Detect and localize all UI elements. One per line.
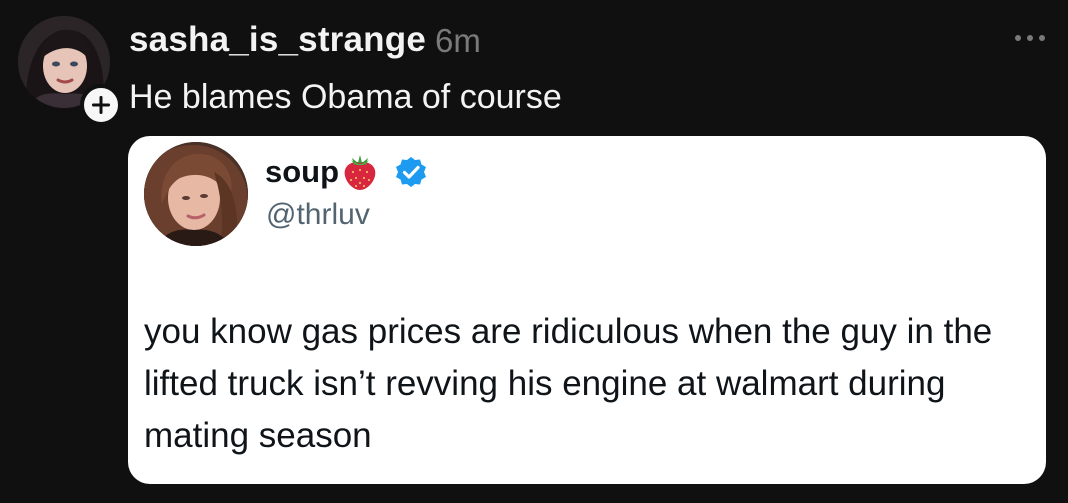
plus-icon: [92, 96, 110, 114]
post-username[interactable]: sasha_is_strange: [129, 20, 426, 60]
avatar-wrapper[interactable]: [18, 16, 122, 126]
quoted-avatar-image: [144, 142, 248, 246]
post-timestamp: 6m: [435, 22, 481, 59]
verified-badge-icon: [394, 155, 428, 189]
quoted-tweet-avatar[interactable]: [144, 142, 248, 246]
quoted-tweet-name-row: soup: [265, 152, 428, 192]
more-options-button[interactable]: [1012, 28, 1048, 48]
quoted-tweet-card[interactable]: soup @thrluv you know gas prices are rid…: [128, 136, 1046, 484]
quoted-tweet-display-name[interactable]: soup: [265, 154, 339, 190]
more-icon: [1015, 35, 1045, 41]
strawberry-icon: [340, 152, 380, 192]
follow-button[interactable]: [80, 84, 122, 126]
quoted-tweet-text: you know gas prices are ridiculous when …: [144, 312, 993, 455]
quoted-tweet-handle[interactable]: @thrluv: [266, 198, 370, 232]
post-text: He blames Obama of course: [129, 78, 562, 116]
